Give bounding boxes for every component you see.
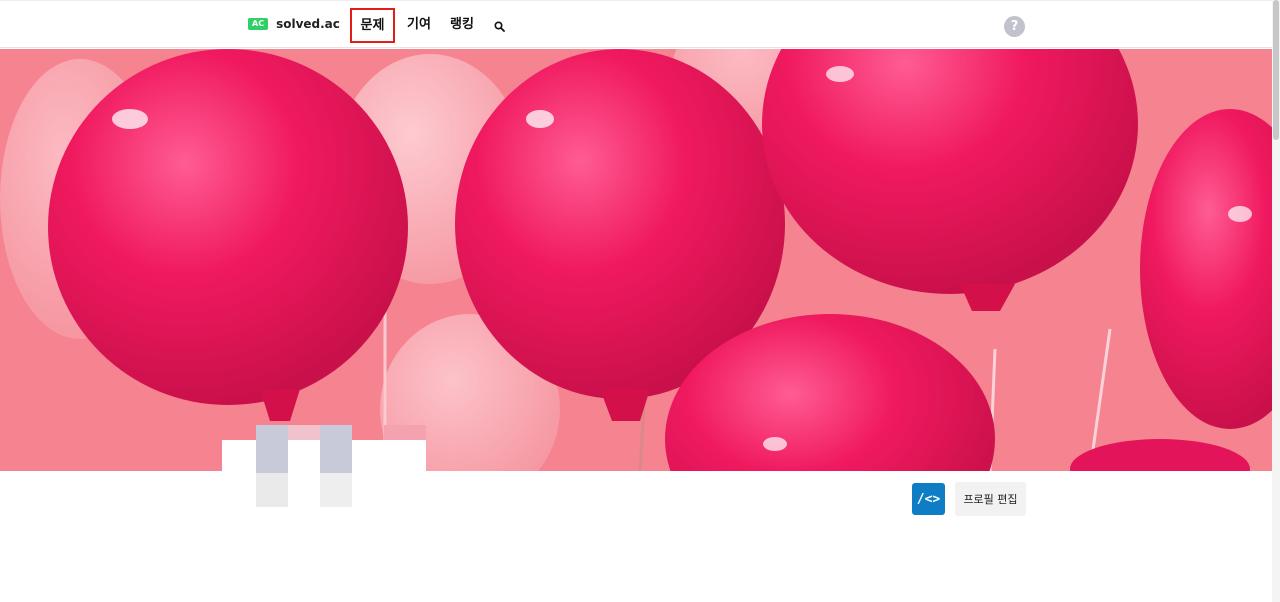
avatar-pixel bbox=[320, 473, 352, 507]
avatar-pixel bbox=[256, 473, 288, 507]
nav-ranking[interactable]: 랭킹 bbox=[450, 15, 474, 35]
scrollbar-thumb[interactable] bbox=[1273, 0, 1279, 140]
profile-banner bbox=[0, 49, 1272, 471]
search-icon[interactable] bbox=[494, 19, 505, 32]
top-nav: AC solved.ac 문제 기여 랭킹 ? bbox=[0, 0, 1272, 48]
avatar-pixel bbox=[320, 425, 352, 473]
nav-problems[interactable]: 문제 bbox=[350, 8, 395, 43]
edit-profile-button[interactable]: 프로필 편집 bbox=[955, 482, 1026, 516]
logo[interactable]: AC solved.ac bbox=[248, 17, 340, 31]
avatar-pixel bbox=[384, 425, 426, 440]
avatar-pixel bbox=[256, 425, 288, 473]
balloons-image bbox=[0, 49, 1272, 471]
avatar-pixel bbox=[288, 425, 320, 440]
avatar[interactable] bbox=[222, 425, 426, 507]
help-icon[interactable]: ? bbox=[1004, 16, 1025, 37]
code-icon[interactable]: /<> bbox=[912, 483, 945, 515]
nav-contribute[interactable]: 기여 bbox=[407, 15, 431, 35]
nav-problems-label: 문제 bbox=[360, 17, 385, 33]
logo-badge: AC bbox=[248, 18, 269, 30]
logo-text: solved.ac bbox=[276, 17, 340, 31]
